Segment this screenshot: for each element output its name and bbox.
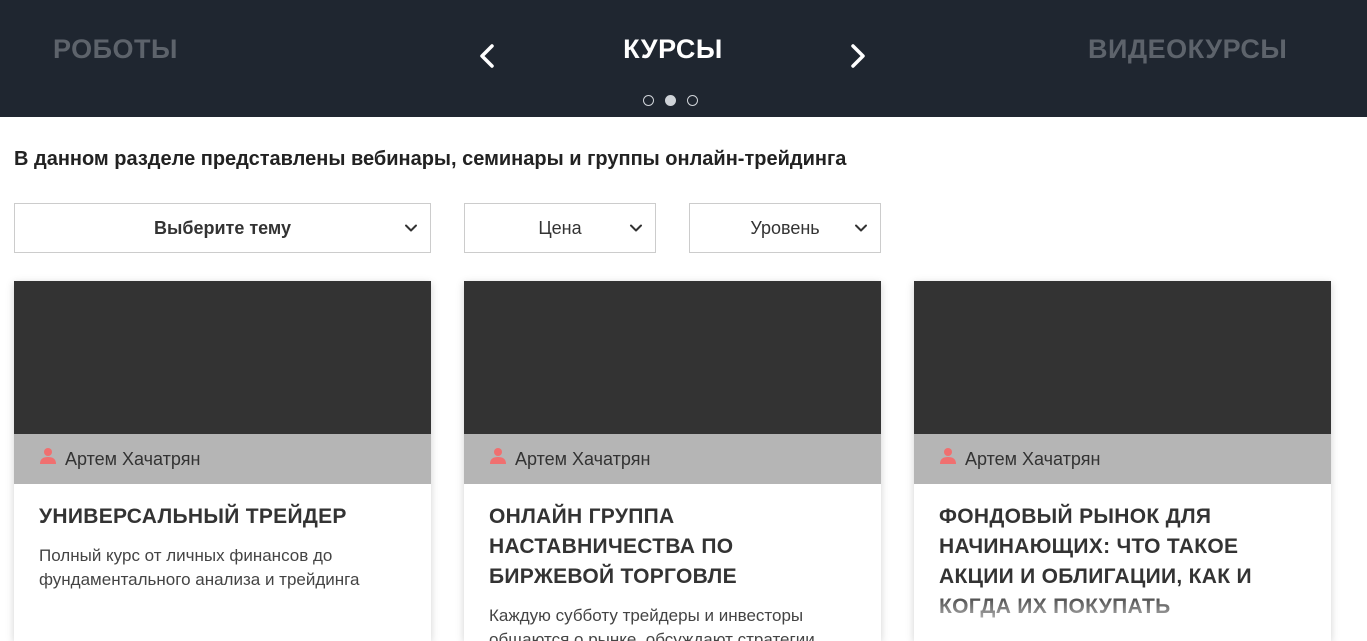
course-card-body: ОНЛАЙН ГРУППА НАСТАВНИЧЕСТВА ПО БИРЖЕВОЙ… xyxy=(464,484,881,641)
chevron-down-icon xyxy=(855,224,867,232)
course-author-name[interactable]: Артем Хачатрян xyxy=(515,449,650,470)
course-author-bar: Артем Хачатрян xyxy=(464,434,881,484)
course-thumbnail[interactable] xyxy=(464,281,881,434)
price-select-value: Цена xyxy=(538,217,582,238)
carousel-next-button[interactable] xyxy=(844,40,872,72)
course-description: Полный курс от личных финансов до фундам… xyxy=(39,546,360,589)
course-card[interactable]: Артем Хачатрян ОНЛАЙН ГРУППА НАСТАВНИЧЕС… xyxy=(464,281,881,641)
topic-select-value: Выберите тему xyxy=(153,217,292,238)
course-card[interactable]: Артем Хачатрян ФОНДОВЫЙ РЫНОК ДЛЯ НАЧИНА… xyxy=(914,281,1331,641)
section-intro: В данном разделе представлены вебинары, … xyxy=(14,148,847,170)
user-icon xyxy=(40,448,56,464)
course-title[interactable]: УНИВЕРСАЛЬНЫЙ ТРЕЙДЕР xyxy=(39,502,406,532)
level-select[interactable]: Уровень xyxy=(689,203,881,253)
course-card[interactable]: Артем Хачатрян УНИВЕРСАЛЬНЫЙ ТРЕЙДЕР Пол… xyxy=(14,281,431,641)
chevron-right-icon xyxy=(851,44,865,68)
course-author-bar: Артем Хачатрян xyxy=(14,434,431,484)
course-author-bar: Артем Хачатрян xyxy=(914,434,1331,484)
course-title[interactable]: ФОНДОВЫЙ РЫНОК ДЛЯ НАЧИНАЮЩИХ: ЧТО ТАКОЕ… xyxy=(939,502,1306,622)
carousel-prev-title[interactable]: РОБОТЫ xyxy=(53,34,178,65)
courses-carousel-header: РОБОТЫ КУРСЫ ВИДЕОКУРСЫ xyxy=(0,0,1367,117)
carousel-current-title: КУРСЫ xyxy=(623,34,723,64)
level-select-value: Уровень xyxy=(750,217,820,238)
user-icon xyxy=(940,448,956,464)
course-card-body: УНИВЕРСАЛЬНЫЙ ТРЕЙДЕР Полный курс от лич… xyxy=(14,484,431,592)
carousel-dot-1[interactable] xyxy=(643,95,654,106)
course-description: Каждую субботу трейдеры и инвесторы обща… xyxy=(489,606,820,641)
course-thumbnail[interactable] xyxy=(14,281,431,434)
course-card-body: ФОНДОВЫЙ РЫНОК ДЛЯ НАЧИНАЮЩИХ: ЧТО ТАКОЕ… xyxy=(914,484,1331,622)
course-title[interactable]: ОНЛАЙН ГРУППА НАСТАВНИЧЕСТВА ПО БИРЖЕВОЙ… xyxy=(489,502,856,592)
chevron-left-icon xyxy=(480,44,494,68)
course-author-name[interactable]: Артем Хачатрян xyxy=(965,449,1100,470)
topic-select[interactable]: Выберите тему xyxy=(14,203,431,253)
carousel-prev-button[interactable] xyxy=(473,40,501,72)
user-icon xyxy=(490,448,506,464)
chevron-down-icon xyxy=(405,224,417,232)
course-author-name[interactable]: Артем Хачатрян xyxy=(65,449,200,470)
price-select[interactable]: Цена xyxy=(464,203,656,253)
carousel-dot-2[interactable] xyxy=(665,95,676,106)
carousel-pagination xyxy=(643,95,698,106)
carousel-dot-3[interactable] xyxy=(687,95,698,106)
chevron-down-icon xyxy=(630,224,642,232)
course-thumbnail[interactable] xyxy=(914,281,1331,434)
carousel-next-title[interactable]: ВИДЕОКУРСЫ xyxy=(1088,34,1287,65)
